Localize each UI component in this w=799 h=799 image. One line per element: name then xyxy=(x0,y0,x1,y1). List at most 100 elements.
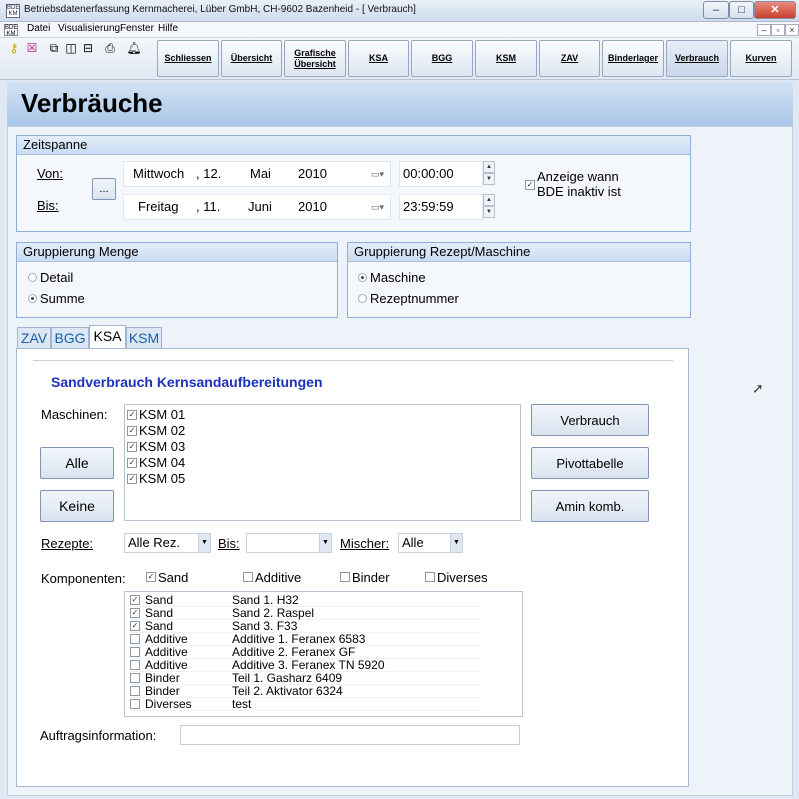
auftragsinformation-input[interactable] xyxy=(180,725,520,745)
alle-button[interactable]: Alle xyxy=(40,447,114,479)
komponente-checkbox[interactable] xyxy=(130,647,140,657)
cancel-icon[interactable]: ☒ xyxy=(24,40,40,56)
von-day[interactable]: , 12. xyxy=(196,162,221,186)
rezepte-bis-combo[interactable]: ▼ xyxy=(246,533,332,553)
toolbar-bgg-button[interactable]: BGG xyxy=(411,40,473,77)
pivottabelle-button[interactable]: Pivottabelle xyxy=(531,447,649,479)
filter-diverses-label[interactable]: Diverses xyxy=(437,570,488,585)
maschine-label[interactable]: KSM 01 xyxy=(139,407,185,422)
maschine-checkbox[interactable]: ✓ xyxy=(127,474,137,484)
von-month[interactable]: Mai xyxy=(250,162,271,186)
bis-year[interactable]: 2010 xyxy=(298,195,327,219)
von-time-field[interactable]: 00:00:00 xyxy=(399,161,483,187)
filter-additive-checkbox[interactable] xyxy=(243,572,253,582)
von-calendar-dropdown-icon[interactable]: ▭▾ xyxy=(371,162,384,186)
detail-radio[interactable] xyxy=(28,273,37,282)
toolbar-verbrauch-button[interactable]: Verbrauch xyxy=(666,40,728,77)
filter-additive-label[interactable]: Additive xyxy=(255,570,301,585)
title-bar[interactable]: BDE KM Betriebsdatenerfassung Kernmachere… xyxy=(0,0,799,22)
maschine-label[interactable]: KSM 05 xyxy=(139,471,185,486)
chevron-down-icon[interactable]: ▼ xyxy=(319,534,331,552)
toolbar-ksm-button[interactable]: KSM xyxy=(475,40,537,77)
chevron-down-icon[interactable]: ▼ xyxy=(198,534,210,552)
mdi-restore-button[interactable]: ▫ xyxy=(771,24,785,36)
toolbar-grafische-uebersicht-button[interactable]: Grafische Übersicht xyxy=(284,40,346,77)
maximize-button[interactable]: □ xyxy=(729,1,754,19)
filter-sand-label[interactable]: Sand xyxy=(158,570,188,585)
maschinen-listbox[interactable]: ✓ KSM 01 ✓ KSM 02 ✓ KSM 03 ✓ KSM 04 ✓ KSM 05 xyxy=(124,404,521,521)
bis-date-field[interactable]: Freitag , 11. Juni 2010 ▭▾ xyxy=(123,194,391,220)
bis-day[interactable]: , 11. xyxy=(196,195,220,219)
mdi-close-button[interactable]: × xyxy=(785,24,799,36)
komponente-checkbox[interactable]: ✓ xyxy=(130,621,140,631)
toolbar-ksa-button[interactable]: KSA xyxy=(348,40,409,77)
keine-button[interactable]: Keine xyxy=(40,490,114,522)
date-picker-button[interactable]: ... xyxy=(92,178,116,200)
toolbar-kurven-button[interactable]: Kurven xyxy=(730,40,792,77)
tab-ksm[interactable]: KSM xyxy=(126,327,162,349)
maschine-label[interactable]: KSM 04 xyxy=(139,455,185,470)
mischer-combo[interactable]: Alle ▼ xyxy=(398,533,463,553)
tab-zav[interactable]: ZAV xyxy=(17,327,51,349)
von-time-spinner[interactable]: ▲ ▼ xyxy=(483,161,495,185)
bde-inaktiv-checkbox[interactable]: ✓ xyxy=(525,180,535,190)
filter-binder-checkbox[interactable] xyxy=(340,572,350,582)
detail-radio-label[interactable]: Detail xyxy=(40,270,73,285)
tile-horizontal-icon[interactable]: ⊟ xyxy=(80,40,96,56)
filter-diverses-checkbox[interactable] xyxy=(425,572,435,582)
filter-binder-label[interactable]: Binder xyxy=(352,570,390,585)
bis-month[interactable]: Juni xyxy=(248,195,272,219)
close-button[interactable]: ✕ xyxy=(754,1,796,19)
komponente-checkbox[interactable] xyxy=(130,686,140,696)
menu-fenster[interactable]: Fenster xyxy=(120,23,154,34)
rezeptnummer-radio-label[interactable]: Rezeptnummer xyxy=(370,291,459,306)
print-icon[interactable]: ⎙ xyxy=(102,40,118,56)
komponente-checkbox[interactable] xyxy=(130,673,140,683)
von-date-field[interactable]: Mittwoch , 12. Mai 2010 ▭▾ xyxy=(123,161,391,187)
tile-vertical-icon[interactable]: ◫ xyxy=(63,40,79,56)
maschine-checkbox[interactable]: ✓ xyxy=(127,442,137,452)
cascade-windows-icon[interactable]: ⧉ xyxy=(46,40,62,56)
maschine-label[interactable]: KSM 02 xyxy=(139,423,185,438)
komponente-checkbox[interactable] xyxy=(130,699,140,709)
bis-weekday[interactable]: Freitag xyxy=(138,195,178,219)
toolbar-schliessen-button[interactable]: Schliessen xyxy=(157,40,219,77)
komponente-checkbox[interactable] xyxy=(130,634,140,644)
maschine-checkbox[interactable]: ✓ xyxy=(127,458,137,468)
amin-kombination-button[interactable]: Amin komb. xyxy=(531,490,649,522)
menu-hilfe[interactable]: Hilfe xyxy=(158,23,178,34)
menu-datei[interactable]: Datei xyxy=(27,23,50,34)
verbrauch-button[interactable]: Verbrauch xyxy=(531,404,649,436)
filter-sand-checkbox[interactable]: ✓ xyxy=(146,572,156,582)
von-weekday[interactable]: Mittwoch xyxy=(133,162,184,186)
komponente-checkbox[interactable] xyxy=(130,660,140,670)
komponente-checkbox[interactable]: ✓ xyxy=(130,595,140,605)
komponente-checkbox[interactable]: ✓ xyxy=(130,608,140,618)
komponenten-listbox[interactable]: ✓ Sand Sand 1. H32 ✓ Sand Sand 2. Raspel ✓ Sand… xyxy=(124,591,523,717)
komponente-row[interactable]: ✓ Sand Sand 2. Raspel xyxy=(130,607,480,620)
maschine-label[interactable]: KSM 03 xyxy=(139,439,185,454)
mdi-minimize-button[interactable]: – xyxy=(757,24,771,36)
bell-icon[interactable]: 🔔︎ xyxy=(126,40,142,56)
minimize-button[interactable]: – xyxy=(703,1,729,19)
maschine-radio-label[interactable]: Maschine xyxy=(370,270,426,285)
toolbar-binderlager-button[interactable]: Binderlager xyxy=(602,40,664,77)
summe-radio-label[interactable]: Summe xyxy=(40,291,85,306)
maschine-checkbox[interactable]: ✓ xyxy=(127,426,137,436)
toolbar-uebersicht-button[interactable]: Übersicht xyxy=(221,40,282,77)
von-year[interactable]: 2010 xyxy=(298,162,327,186)
mdi-child-icon[interactable]: BDE KM xyxy=(4,24,18,37)
bis-calendar-dropdown-icon[interactable]: ▭▾ xyxy=(371,195,384,219)
tab-ksa[interactable]: KSA xyxy=(89,325,126,349)
komponente-row[interactable]: Diverses test xyxy=(130,698,480,711)
tab-bgg[interactable]: BGG xyxy=(51,327,89,349)
key-icon[interactable]: ⚷ xyxy=(6,40,22,56)
maschine-checkbox[interactable]: ✓ xyxy=(127,410,137,420)
bis-time-field[interactable]: 23:59:59 xyxy=(399,194,483,220)
rezeptnummer-radio[interactable] xyxy=(358,294,367,303)
toolbar-zav-button[interactable]: ZAV xyxy=(539,40,600,77)
rezepte-combo[interactable]: Alle Rez. ▼ xyxy=(124,533,211,553)
chevron-down-icon[interactable]: ▼ xyxy=(450,534,462,552)
bis-time-spinner[interactable]: ▲ ▼ xyxy=(483,194,495,218)
maschine-radio[interactable] xyxy=(358,273,367,282)
